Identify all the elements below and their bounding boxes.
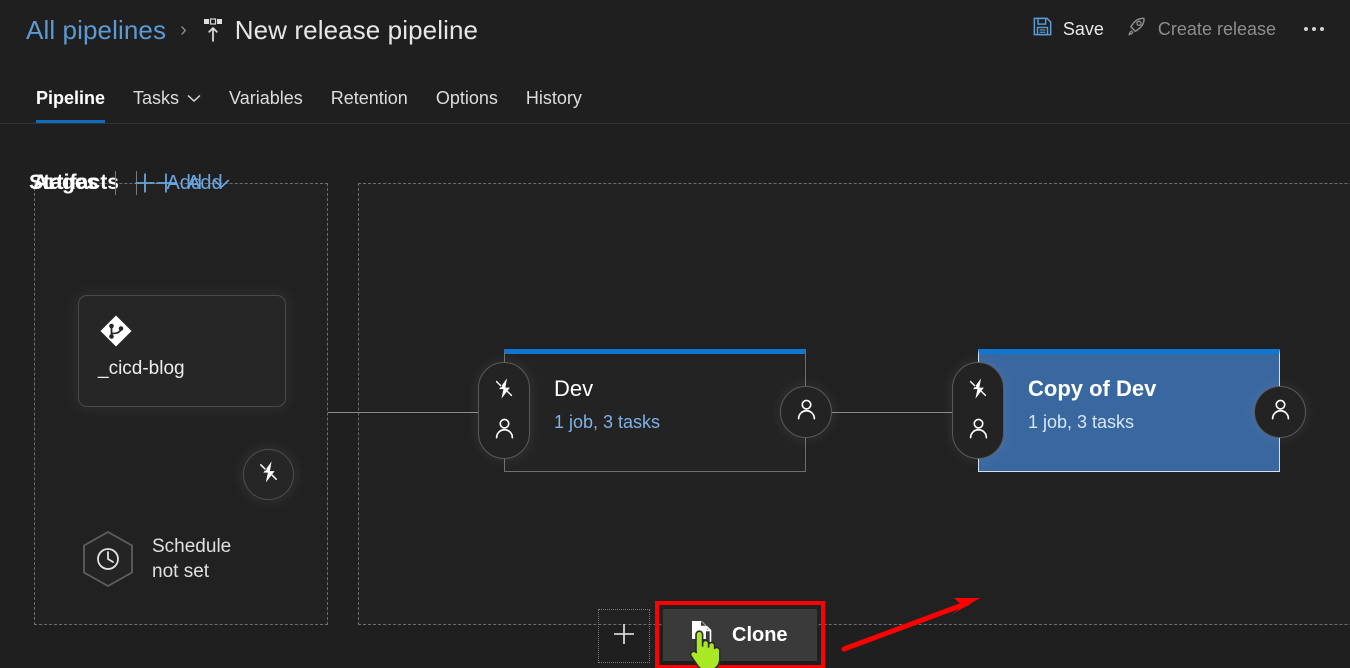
stages-title: Stages (29, 171, 99, 194)
stage-card-copy-of-dev[interactable]: Copy of Dev 1 job, 3 tasks (952, 349, 1306, 472)
page-title: New release pipeline (234, 14, 479, 45)
add-stage-placeholder-button[interactable] (598, 609, 650, 663)
tab-variables[interactable]: Variables (215, 73, 317, 123)
chevron-down-icon (187, 94, 201, 103)
page-header: All pipelines › New release pipeline Sav… (0, 0, 1350, 62)
stage-meta[interactable]: 1 job, 3 tasks (554, 412, 660, 433)
stage-card-dev[interactable]: Dev 1 job, 3 tasks (478, 349, 832, 472)
release-pipeline-icon (200, 16, 226, 44)
person-icon (1268, 397, 1293, 427)
copy-pages-icon (690, 620, 715, 651)
add-stage-button[interactable]: Add (133, 171, 230, 195)
stage-name: Copy of Dev (1028, 376, 1157, 401)
copy-of-dev-post-deployment-conditions[interactable] (1254, 386, 1306, 438)
clone-button[interactable]: Clone (663, 609, 817, 661)
divider (115, 171, 117, 195)
tab-variables-label: Variables (229, 87, 303, 108)
schedule-line2: not set (152, 561, 210, 582)
plus-icon (611, 621, 637, 652)
ellipsis-icon[interactable] (1292, 11, 1336, 47)
schedule-status-text: Schedule not set (152, 534, 231, 584)
save-floppy-icon (1031, 15, 1054, 43)
stage-meta[interactable]: 1 job, 3 tasks (1028, 412, 1134, 433)
person-icon (966, 416, 991, 446)
dev-post-deployment-conditions[interactable] (780, 386, 832, 438)
breadcrumb-separator: › (180, 18, 187, 41)
tab-tasks-label: Tasks (133, 87, 180, 108)
save-button-label: Save (1062, 18, 1104, 39)
tab-pipeline-label: Pipeline (36, 87, 106, 108)
tab-retention-label: Retention (330, 87, 408, 108)
clone-button-label: Clone (732, 623, 788, 646)
clone-highlight-annotation: Clone (655, 601, 825, 668)
stages-panel-header: Stages Add (29, 166, 230, 200)
add-stage-label: Add (166, 171, 203, 194)
pipeline-tabs: Pipeline Tasks Variables Retention Optio… (0, 62, 1350, 124)
azure-repos-git-icon (99, 314, 133, 348)
tab-tasks[interactable]: Tasks (119, 73, 215, 123)
tab-retention[interactable]: Retention (317, 73, 422, 123)
connector-dev-to-copy (830, 412, 958, 413)
artifact-continuous-deployment-trigger-badge[interactable] (243, 449, 294, 500)
stage-body (978, 349, 1280, 472)
tab-history[interactable]: History (512, 73, 596, 123)
create-release-button[interactable]: Create release (1114, 11, 1286, 47)
plus-icon (133, 171, 157, 195)
lightning-bolt-icon (966, 376, 991, 406)
tab-options[interactable]: Options (422, 73, 512, 123)
header-actions: Save Create release (1021, 11, 1336, 47)
lightning-bolt-icon (256, 459, 282, 490)
schedule-line1: Schedule (152, 536, 232, 557)
release-pipeline-editor: All pipelines › New release pipeline Sav… (0, 0, 1350, 668)
stage-body (504, 349, 806, 472)
breadcrumb-all-pipelines-link[interactable]: All pipelines (26, 15, 166, 46)
create-release-button-label: Create release (1157, 18, 1276, 39)
person-icon (794, 397, 819, 427)
chevron-down-icon (213, 178, 230, 189)
tab-pipeline[interactable]: Pipeline (22, 73, 119, 123)
schedule-trigger[interactable]: Schedule not set (80, 530, 231, 588)
lightning-bolt-icon (492, 376, 517, 406)
save-button[interactable]: Save (1021, 11, 1114, 47)
breadcrumb: All pipelines › New release pipeline (26, 8, 478, 52)
person-icon (492, 416, 517, 446)
pipeline-canvas: Artifacts Add _cicd-blog Schedule not se… (0, 124, 1350, 668)
copy-of-dev-pre-deployment-conditions[interactable] (952, 362, 1004, 459)
clock-hexagon-icon (80, 530, 136, 588)
dev-pre-deployment-conditions[interactable] (478, 362, 530, 459)
tab-options-label: Options (435, 87, 498, 108)
tab-history-label: History (525, 87, 582, 108)
artifact-card-cicd-blog[interactable]: _cicd-blog (78, 295, 286, 407)
rocket-icon (1124, 14, 1149, 44)
connector-artifact-to-dev (328, 412, 486, 413)
artifact-name: _cicd-blog (98, 358, 185, 379)
stage-name: Dev (554, 376, 594, 401)
